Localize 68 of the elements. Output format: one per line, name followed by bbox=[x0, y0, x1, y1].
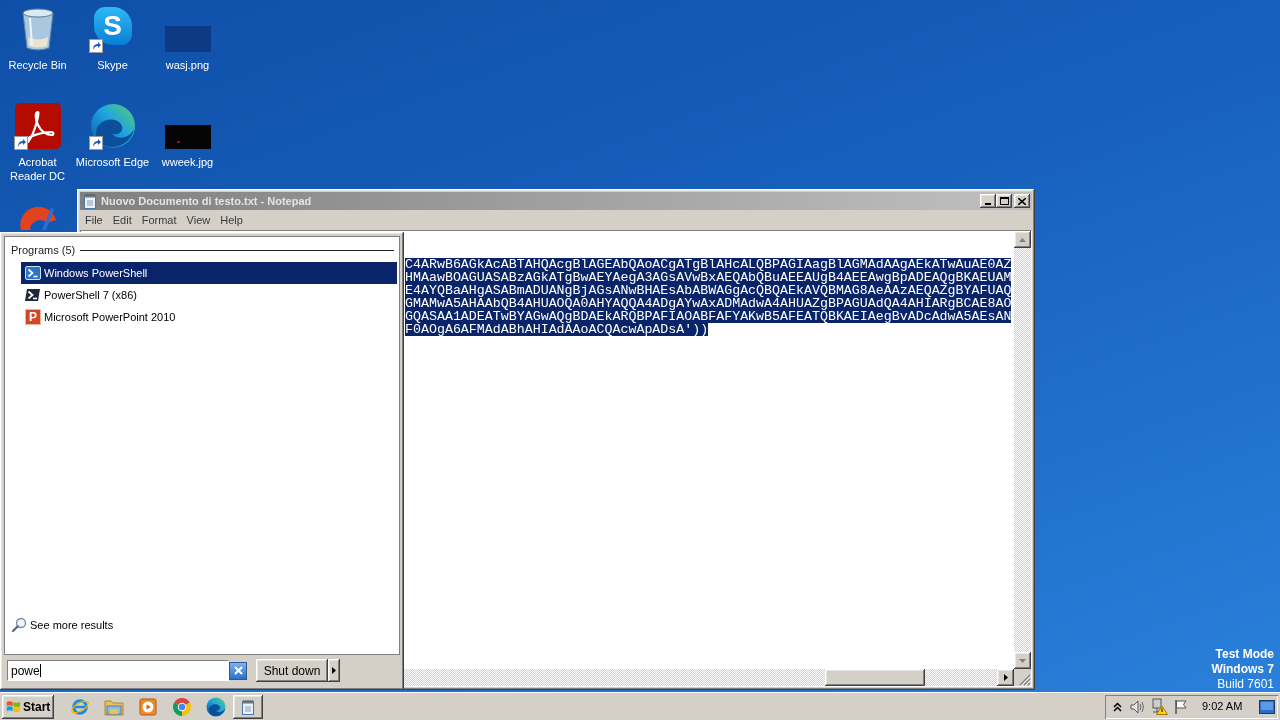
acrobat-icon[interactable] bbox=[14, 103, 61, 149]
network-warning-icon[interactable] bbox=[1151, 698, 1168, 715]
text-cursor bbox=[39, 664, 41, 677]
image-thumbnail[interactable] bbox=[164, 26, 211, 52]
icon-label: wasj.png bbox=[165, 58, 210, 72]
system-info-text: Build 7601 bbox=[1217, 677, 1274, 692]
scroll-right-button[interactable] bbox=[997, 669, 1014, 686]
size-grip[interactable] bbox=[1014, 669, 1031, 686]
scroll-up-button[interactable] bbox=[1014, 231, 1031, 248]
up-arrow-icon bbox=[1019, 237, 1026, 242]
search-icon bbox=[11, 616, 27, 633]
minimize-button[interactable] bbox=[980, 194, 996, 208]
result-item[interactable]: P Microsoft PowerPoint 2010 bbox=[21, 306, 397, 328]
scroll-down-button[interactable] bbox=[1014, 652, 1031, 669]
icon-label: Microsoft Edge bbox=[75, 155, 150, 169]
caret-icon bbox=[332, 667, 336, 674]
maximize-icon bbox=[999, 197, 1009, 205]
icon-label: Skype bbox=[97, 58, 128, 72]
clock[interactable]: 9:02 AM bbox=[1202, 698, 1243, 715]
image-thumbnail[interactable] bbox=[164, 125, 211, 149]
icon-label: Recycle Bin bbox=[8, 58, 67, 72]
result-label: Windows PowerShell bbox=[44, 265, 148, 281]
system-info-text: Windows 7 bbox=[1211, 662, 1274, 677]
powershell-icon bbox=[25, 287, 41, 303]
result-item[interactable]: Windows PowerShell bbox=[21, 262, 397, 284]
menu-item[interactable]: Help bbox=[215, 212, 248, 228]
menu-item[interactable]: File bbox=[80, 212, 108, 228]
edge-icon[interactable] bbox=[206, 696, 226, 717]
notepad-icon bbox=[240, 698, 256, 715]
flag-icon[interactable] bbox=[1173, 698, 1189, 715]
close-icon bbox=[1018, 197, 1026, 205]
see-more-results-link[interactable]: See more results bbox=[11, 616, 114, 633]
section-heading: Programs (5) bbox=[11, 243, 76, 259]
grip-icon bbox=[1019, 674, 1031, 686]
menu-item[interactable]: Format bbox=[136, 212, 182, 228]
link-label: See more results bbox=[30, 617, 114, 633]
recycle-bin-icon[interactable] bbox=[20, 8, 55, 52]
shut-down-button[interactable]: Shut down bbox=[256, 659, 328, 682]
close-button[interactable] bbox=[1014, 194, 1030, 208]
icon-label: Acrobat Reader DC bbox=[9, 155, 66, 183]
result-item[interactable]: PowerShell 7 (x86) bbox=[21, 284, 397, 306]
window-title: Nuovo Documento di testo.txt - Notepad bbox=[101, 193, 312, 209]
menu-item[interactable]: View bbox=[181, 212, 216, 228]
show-desktop-icon[interactable] bbox=[1259, 699, 1275, 714]
chrome-icon[interactable] bbox=[172, 696, 192, 717]
search-field[interactable]: powe bbox=[7, 660, 229, 681]
scrollbar-thumb[interactable] bbox=[825, 669, 925, 686]
powerpoint-icon: P bbox=[25, 309, 41, 325]
system-info-text: Test Mode bbox=[1215, 647, 1274, 662]
clear-icon bbox=[233, 666, 243, 675]
speaker-icon[interactable] bbox=[1130, 698, 1146, 715]
edge-icon[interactable] bbox=[89, 103, 136, 149]
start-logo-icon bbox=[6, 699, 21, 714]
media-player-icon[interactable] bbox=[139, 697, 157, 716]
down-arrow-icon bbox=[1019, 658, 1026, 663]
start-button[interactable]: Start bbox=[2, 694, 54, 719]
right-arrow-icon bbox=[1003, 674, 1008, 681]
taskbar-button[interactable] bbox=[233, 694, 263, 719]
maximize-button[interactable] bbox=[996, 194, 1012, 208]
clear-search-button[interactable] bbox=[229, 661, 247, 680]
result-label: PowerShell 7 (x86) bbox=[44, 287, 137, 303]
icon-label: wweek.jpg bbox=[161, 155, 214, 169]
powershell-icon bbox=[25, 265, 41, 281]
result-label: Microsoft PowerPoint 2010 bbox=[44, 309, 176, 325]
menu-item[interactable]: Edit bbox=[107, 212, 137, 228]
chevron-up-icon[interactable] bbox=[1113, 701, 1122, 712]
notepad-icon bbox=[82, 193, 98, 209]
shut-down-options-button[interactable] bbox=[328, 659, 340, 682]
